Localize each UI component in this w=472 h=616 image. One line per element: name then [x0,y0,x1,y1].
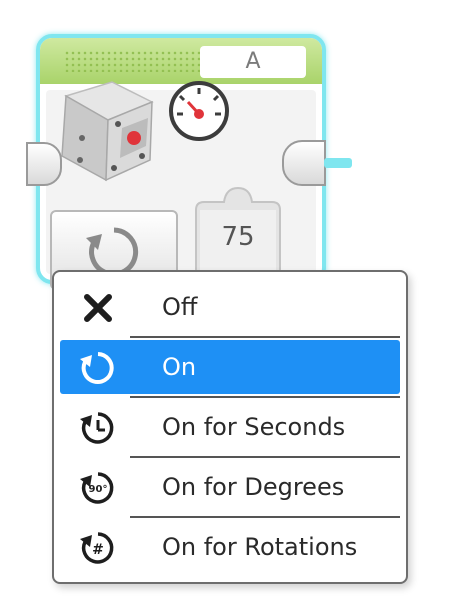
sequence-in-plug[interactable] [26,142,62,186]
menu-item-on-for-rotations[interactable]: # On for Rotations [60,520,400,574]
menu-item-on[interactable]: On [60,340,400,394]
power-value[interactable]: 75 [190,222,286,252]
rotate-seconds-icon [80,412,114,444]
menu-item-label: Off [162,293,198,321]
menu-item-label: On [162,353,197,381]
large-motor-icon [61,81,154,182]
menu-item-label: On for Rotations [162,533,358,561]
menu-item-on-for-seconds[interactable]: On for Seconds [60,400,400,454]
menu-separator [130,516,400,518]
drag-grip[interactable] [64,50,214,72]
rotate-degrees-icon: 90° [80,472,114,504]
off-x-icon [84,294,112,322]
mode-menu: Off On On for Seconds 90° On for Degrees… [52,270,408,584]
menu-item-label: On for Seconds [162,413,346,441]
menu-item-label: On for Degrees [162,473,345,501]
menu-separator [130,396,400,398]
menu-separator [130,456,400,458]
sequence-wire [324,158,352,168]
menu-separator [130,336,400,338]
degrees-icon-text: 90° [89,484,108,495]
menu-item-off[interactable]: Off [60,280,400,334]
rotate-rotations-icon: # [80,532,114,564]
rotate-on-icon [80,352,114,384]
power-gauge-icon [169,81,229,141]
rotations-icon-text: # [92,542,104,558]
menu-item-on-for-degrees[interactable]: 90° On for Degrees [60,460,400,514]
sequence-out-plug[interactable] [282,140,326,186]
canvas: A 75 Off On On for Seconds 90° On for De… [0,0,472,616]
